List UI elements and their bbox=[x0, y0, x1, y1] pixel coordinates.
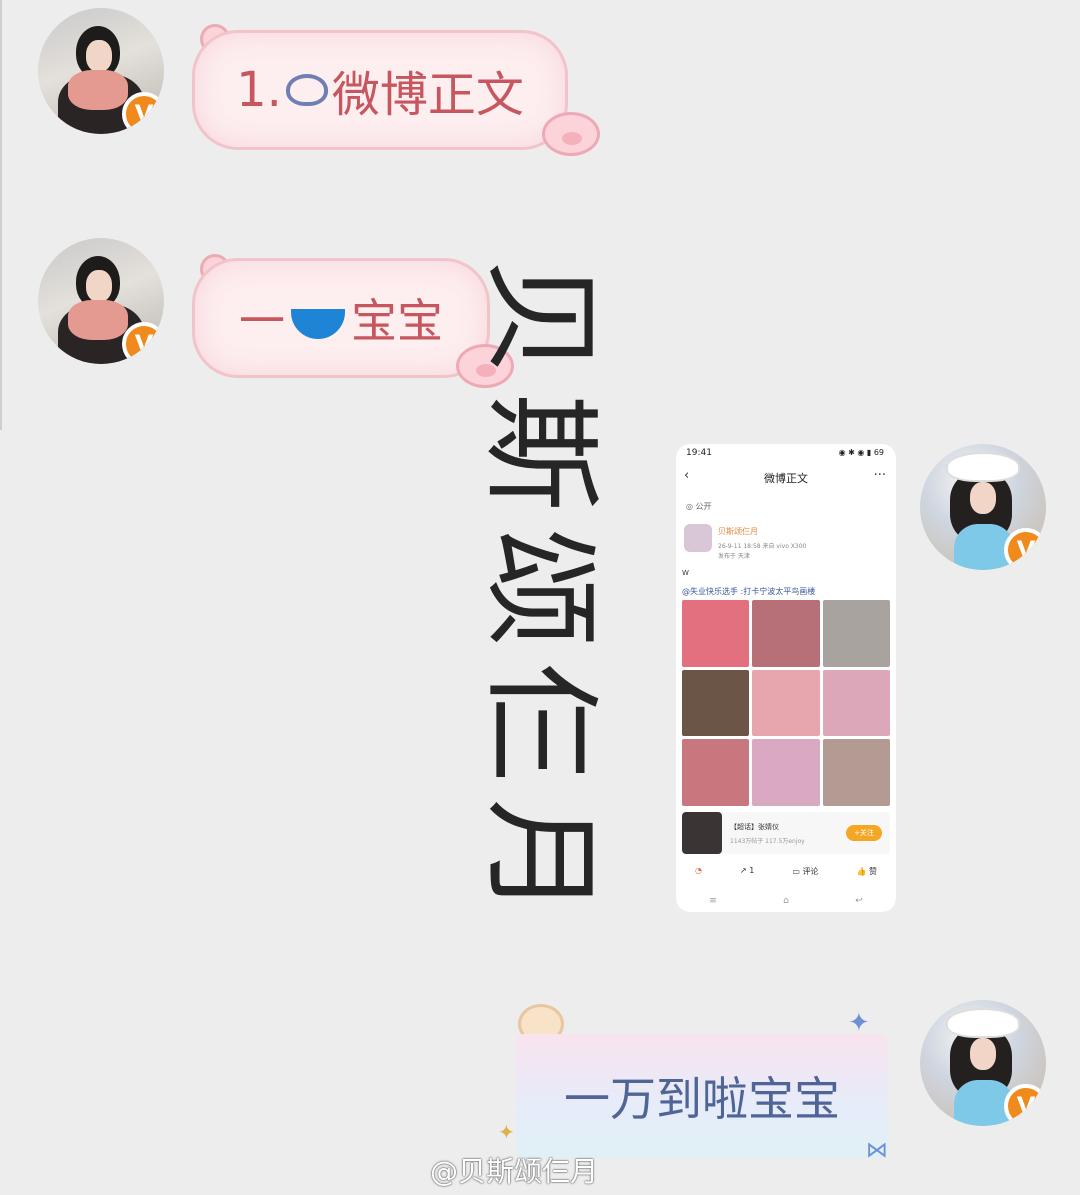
message-prefix: 1. bbox=[236, 62, 282, 118]
left-edge-line bbox=[0, 0, 2, 430]
more-icon: ··· bbox=[873, 468, 886, 483]
vertical-watermark: 贝 斯 颂 仨 月 bbox=[471, 250, 610, 925]
follow-button: +关注 bbox=[846, 825, 882, 841]
photo-thumb bbox=[822, 669, 890, 737]
post-avatar bbox=[684, 524, 712, 552]
verified-badge-icon: V bbox=[122, 92, 164, 134]
message-text: 一万到啦宝宝 bbox=[564, 1072, 840, 1126]
message-bubble-1[interactable]: 1. 微博正文 bbox=[192, 30, 568, 150]
sender-avatar[interactable]: V bbox=[38, 238, 164, 364]
comment-label: ▭ 评论 bbox=[792, 867, 819, 876]
verified-badge-icon: V bbox=[1004, 1084, 1046, 1126]
w-label: W bbox=[682, 569, 689, 577]
return-icon: ↩ bbox=[855, 896, 863, 906]
watermark-char: 月 bbox=[471, 798, 610, 917]
weibo-handle-watermark: @贝斯颂仨月 bbox=[430, 1155, 599, 1188]
watermark-char: 颂 bbox=[471, 528, 610, 647]
repost-count: ↗ 1 bbox=[739, 866, 755, 875]
post-actions: ◔ ↗ 1 ▭ 评论 👍 赞 bbox=[676, 866, 896, 877]
post-username: 贝斯颂仨月 bbox=[718, 527, 758, 536]
bowl-icon bbox=[291, 309, 345, 339]
topic-subtitle: 1143万帖子 117.5万enjoy bbox=[730, 838, 805, 845]
status-icons: ◉ ✱ ◉ ▮ 69 bbox=[838, 448, 884, 457]
home-icon: ⌂ bbox=[783, 896, 789, 906]
photo-thumb bbox=[682, 669, 750, 737]
photo-thumb bbox=[822, 600, 890, 667]
weibo-cloud-icon bbox=[285, 74, 328, 106]
weibo-screenshot-message[interactable]: 19:41 ◉ ✱ ◉ ▮ 69 ‹ 微博正文 ··· ◎ 公开 贝斯颂仨月 2… bbox=[676, 444, 896, 912]
like-label: 👍 赞 bbox=[856, 867, 877, 876]
receiver-avatar[interactable]: V bbox=[920, 1000, 1046, 1126]
post-text: @失业快乐选手 :打卡宁波太平鸟画楼 bbox=[682, 587, 816, 596]
status-time: 19:41 bbox=[686, 448, 712, 458]
verified-badge-icon: V bbox=[1004, 528, 1046, 570]
supertopic-card: 【超话】张婧仪 1143万帖子 117.5万enjoy +关注 bbox=[682, 812, 890, 854]
watermark-char: 斯 bbox=[471, 393, 610, 512]
screenshot-title: 微博正文 bbox=[764, 472, 808, 485]
ribbon-icon: ⋈ bbox=[866, 1138, 888, 1163]
message-bubble-2[interactable]: 一 宝宝 bbox=[192, 258, 490, 378]
verified-badge-icon: V bbox=[122, 322, 164, 364]
menu-icon: ≡ bbox=[709, 896, 717, 906]
photo-thumb bbox=[752, 600, 820, 667]
photo-thumb bbox=[752, 739, 820, 806]
message-bubble-4[interactable]: 一万到啦宝宝 bbox=[516, 1034, 888, 1158]
search-icon: ◔ bbox=[695, 866, 702, 875]
sender-avatar[interactable]: V bbox=[38, 8, 164, 134]
message-text: 宝宝 bbox=[351, 294, 443, 348]
photo-thumb bbox=[682, 600, 750, 667]
message-prefix: 一 bbox=[239, 294, 285, 348]
system-nav-bar: ≡ ⌂ ↩ bbox=[676, 896, 896, 906]
watermark-char: 贝 bbox=[471, 258, 610, 377]
pig-sticker-icon bbox=[542, 112, 600, 156]
photo-thumb bbox=[752, 669, 820, 737]
message-text: 微博正文 bbox=[331, 67, 524, 123]
visibility-label: ◎ 公开 bbox=[686, 502, 712, 511]
photo-thumb bbox=[822, 739, 890, 806]
star-icon: ✦ bbox=[498, 1120, 515, 1144]
topic-title: 【超话】张婧仪 bbox=[730, 823, 779, 831]
watermark-char: 仨 bbox=[471, 663, 610, 782]
topic-image bbox=[682, 812, 722, 854]
post-meta: 26-9-11 18:58 来自 vivo X300 bbox=[718, 543, 807, 550]
post-location: 发布于 天津 bbox=[718, 553, 750, 560]
photo-thumb bbox=[682, 739, 750, 806]
receiver-avatar[interactable]: V bbox=[920, 444, 1046, 570]
photo-grid bbox=[682, 600, 890, 806]
